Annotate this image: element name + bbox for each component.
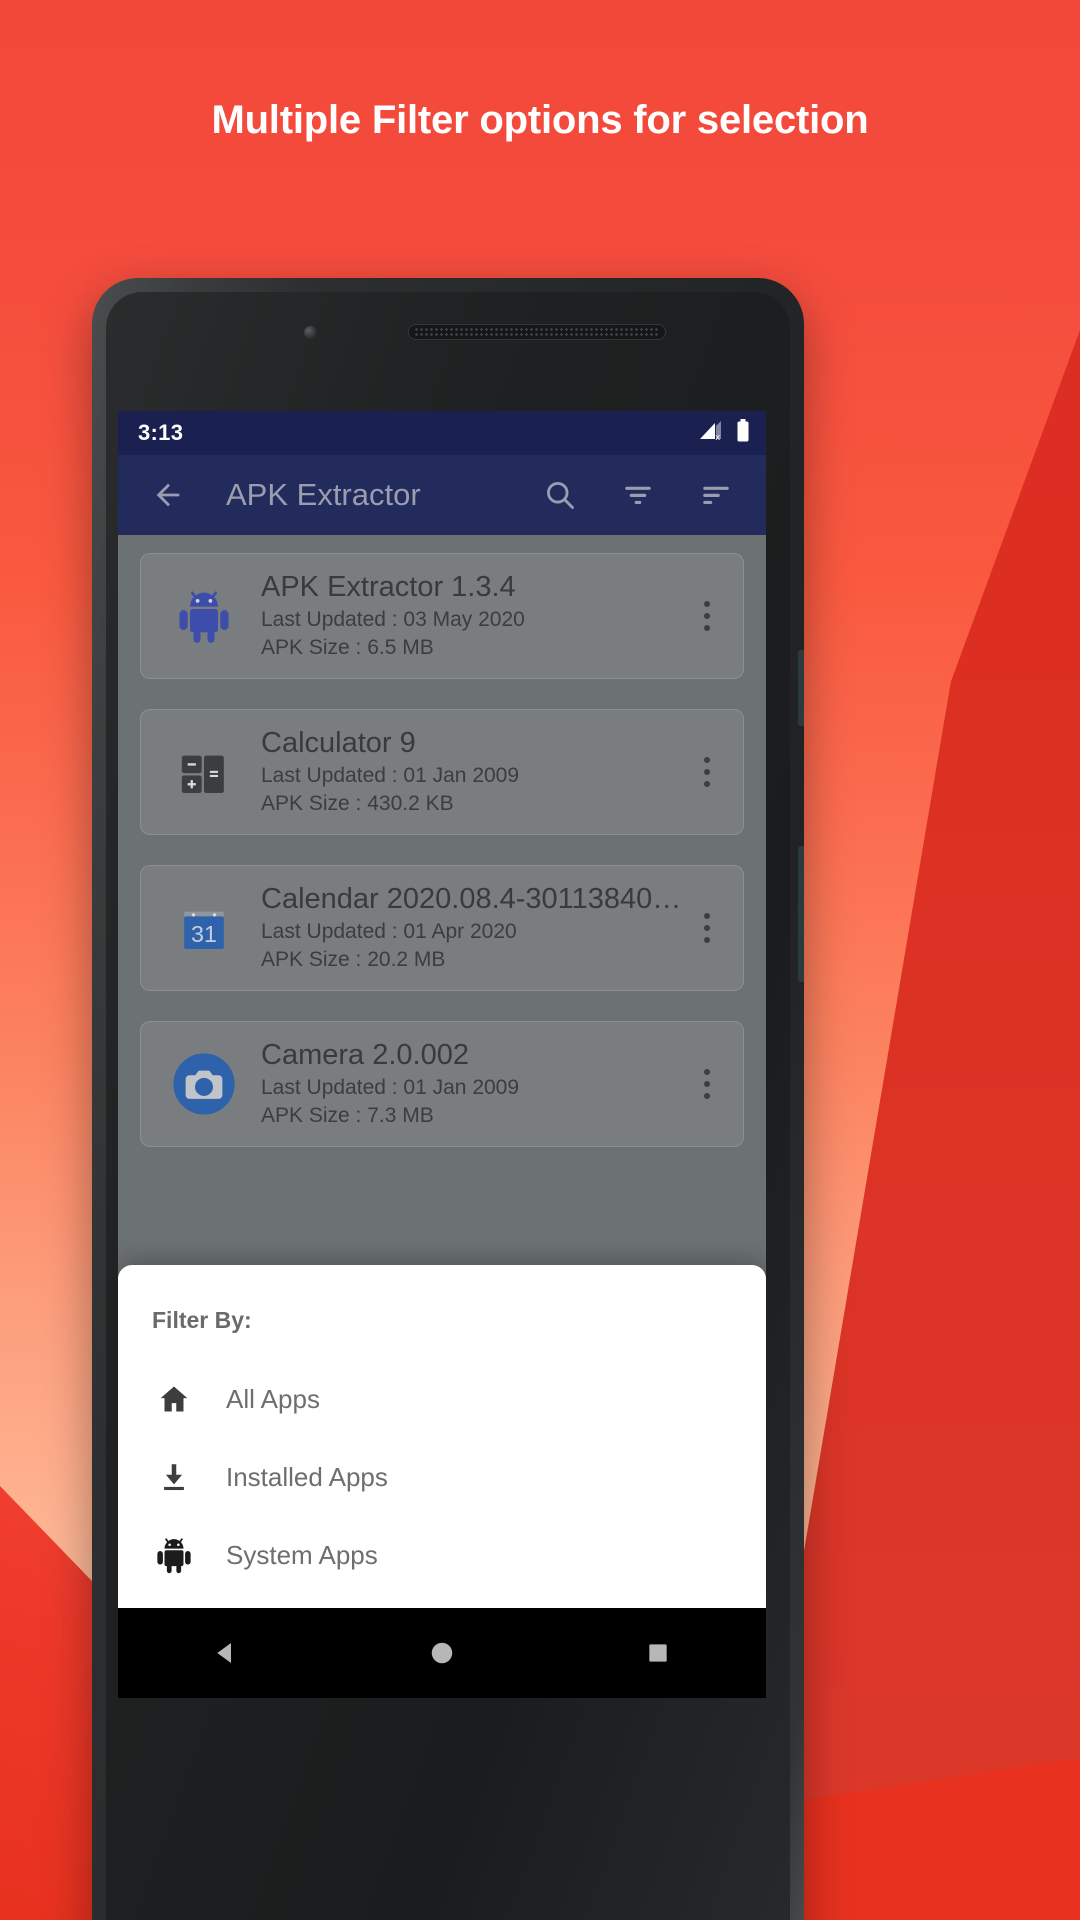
status-bar: 3:13 x <box>118 411 766 455</box>
svg-text:31: 31 <box>191 921 217 947</box>
app-last-updated: Last Updated : 01 Jan 2009 <box>261 1075 520 1099</box>
filter-bottom-sheet[interactable]: Filter By: All Apps Installed Apps Syste… <box>118 1265 766 1608</box>
front-camera-icon <box>304 326 317 339</box>
filter-option-installed-apps[interactable]: Installed Apps <box>118 1438 766 1516</box>
app-size: APK Size : 430.2 KB <box>261 791 454 815</box>
list-item-text: Calendar 2020.08.4-30113840… Last Update… <box>261 883 685 974</box>
app-title: Camera 2.0.002 <box>261 1038 469 1071</box>
overflow-menu-icon[interactable] <box>685 1054 729 1114</box>
app-last-updated: Last Updated : 01 Apr 2020 <box>261 919 517 943</box>
navigation-bar <box>118 1608 766 1698</box>
calendar-icon: 31 <box>161 885 247 971</box>
camera-icon <box>161 1041 247 1127</box>
sort-icon[interactable] <box>688 467 744 523</box>
signal-no-sim-icon: x <box>698 420 724 447</box>
filter-option-label: All Apps <box>226 1383 320 1414</box>
app-size: APK Size : 7.3 MB <box>261 1103 434 1127</box>
volume-button[interactable] <box>798 650 804 726</box>
app-size: APK Size : 20.2 MB <box>261 947 446 971</box>
list-item[interactable]: Camera 2.0.002 Last Updated : 01 Jan 200… <box>140 1021 744 1147</box>
list-item-text: Camera 2.0.002 Last Updated : 01 Jan 200… <box>261 1039 685 1130</box>
list-item[interactable]: Calculator 9 Last Updated : 01 Jan 2009 … <box>140 709 744 835</box>
app-last-updated: Last Updated : 03 May 2020 <box>261 607 525 631</box>
svg-text:x: x <box>716 432 721 442</box>
list-item-text: APK Extractor 1.3.4 Last Updated : 03 Ma… <box>261 571 685 662</box>
filter-icon[interactable] <box>610 467 666 523</box>
overflow-menu-icon[interactable] <box>685 742 729 802</box>
download-icon <box>152 1460 196 1494</box>
android-robot-icon <box>161 573 247 659</box>
phone-screen: 3:13 x APK Extractor APK Extractor 1.3.4… <box>118 411 766 1608</box>
promo-screenshot: Multiple Filter options for selection 3:… <box>0 0 1080 1920</box>
app-title: Calendar 2020.08.4-30113840… <box>261 882 682 915</box>
list-item-text: Calculator 9 Last Updated : 01 Jan 2009 … <box>261 727 685 818</box>
back-nav-button[interactable] <box>181 1608 271 1698</box>
status-time: 3:13 <box>138 420 184 445</box>
app-bar: APK Extractor <box>118 455 766 535</box>
search-icon[interactable] <box>532 467 588 523</box>
app-size: APK Size : 6.5 MB <box>261 635 434 659</box>
phone-mockup: 3:13 x APK Extractor APK Extractor 1.3.4… <box>92 278 804 1920</box>
home-icon <box>152 1382 196 1416</box>
overflow-menu-icon[interactable] <box>685 586 729 646</box>
app-bar-actions <box>532 467 744 523</box>
status-icons: x <box>698 418 750 448</box>
recents-nav-button[interactable] <box>613 1608 703 1698</box>
battery-full-icon <box>736 418 750 448</box>
page-title: APK Extractor <box>226 477 421 512</box>
android-icon <box>152 1536 196 1574</box>
filter-option-all-apps[interactable]: All Apps <box>118 1360 766 1438</box>
overflow-menu-icon[interactable] <box>685 898 729 958</box>
sheet-options: All Apps Installed Apps System Apps <box>118 1360 766 1608</box>
back-button[interactable] <box>140 467 196 523</box>
app-title: APK Extractor 1.3.4 <box>261 570 516 603</box>
earpiece-speaker-icon <box>408 324 666 340</box>
sheet-title: Filter By: <box>152 1307 252 1333</box>
list-item[interactable]: APK Extractor 1.3.4 Last Updated : 03 Ma… <box>140 553 744 679</box>
app-title: Calculator 9 <box>261 726 416 759</box>
power-button[interactable] <box>798 846 804 982</box>
filter-option-label: System Apps <box>226 1539 378 1570</box>
app-last-updated: Last Updated : 01 Jan 2009 <box>261 763 520 787</box>
home-nav-button[interactable] <box>397 1608 487 1698</box>
filter-option-label: Installed Apps <box>226 1461 388 1492</box>
calculator-icon <box>161 729 247 815</box>
filter-option-system-apps[interactable]: System Apps <box>118 1516 766 1594</box>
promo-headline: Multiple Filter options for selection <box>211 98 869 142</box>
list-item[interactable]: 31 Calendar 2020.08.4-30113840… Last Upd… <box>140 865 744 991</box>
